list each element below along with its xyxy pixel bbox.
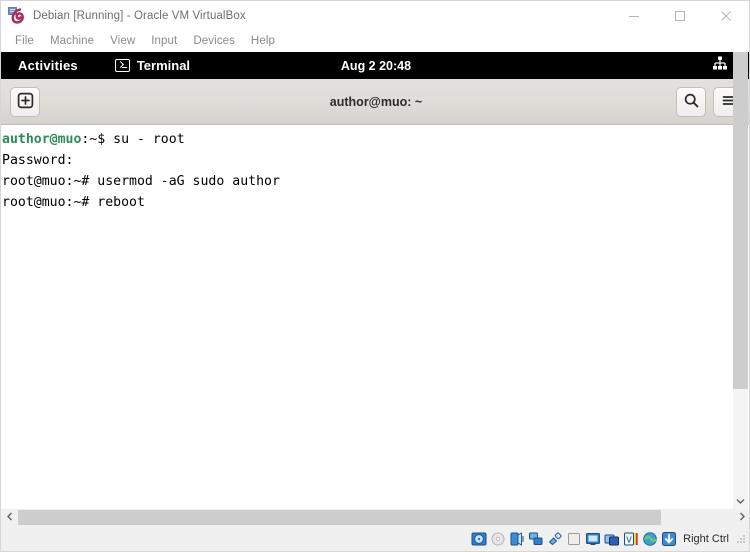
scroll-left-button[interactable] [1, 509, 18, 526]
gnome-top-panel: Activities Terminal Aug 2 20:48 [1, 52, 749, 79]
menu-item-machine[interactable]: Machine [44, 33, 104, 49]
scroll-down-button[interactable] [733, 494, 748, 510]
window-title: Debian [Running] - Oracle VM VirtualBox [33, 9, 246, 22]
status-bar: V Right Ctrl [1, 526, 749, 551]
chevron-left-icon [6, 512, 13, 524]
command-text: reboot [97, 195, 145, 210]
shared-clipboard-icon[interactable] [566, 531, 582, 547]
terminal-header-bar: author@muo: ~ [1, 79, 749, 125]
virtualbox-logo-icon [8, 7, 25, 24]
network-workgroup-icon [712, 56, 728, 76]
guest-screen: Activities Terminal Aug 2 20:48 author@m… [1, 52, 749, 528]
svg-text:V: V [626, 535, 632, 544]
prompt-rest: root@muo:~# [2, 195, 98, 210]
menu-item-devices[interactable]: Devices [187, 33, 245, 49]
menu-item-input[interactable]: Input [145, 33, 187, 49]
terminal-line: Password: [1, 150, 749, 171]
chevron-down-icon [736, 497, 745, 508]
command-text: Password: [2, 153, 74, 168]
status-indicators: V [471, 531, 677, 547]
plus-square-icon [17, 92, 34, 112]
prompt-rest: :~$ [81, 132, 114, 147]
activities-button[interactable]: Activities [18, 58, 78, 73]
command-text: su - root [113, 132, 185, 147]
menu-item-view[interactable]: View [104, 33, 145, 49]
menu-bar: File Machine View Input Devices Help [1, 30, 749, 52]
audio-icon[interactable] [509, 531, 525, 547]
minimize-button[interactable] [611, 1, 657, 30]
clock[interactable]: Aug 2 20:48 [1, 59, 749, 73]
horizontal-scrollbar-thumb[interactable] [18, 510, 661, 525]
menu-item-help[interactable]: Help [245, 33, 285, 49]
host-key-icon[interactable] [661, 531, 677, 547]
optical-disk-icon[interactable] [490, 531, 506, 547]
terminal-line: author@muo:~$ su - root [1, 129, 749, 150]
horizontal-scrollbar-track[interactable] [661, 509, 734, 526]
terminal-icon [114, 59, 130, 72]
window-title-bar: Debian [Running] - Oracle VM VirtualBox [1, 1, 749, 30]
terminal-output[interactable]: author@muo:~$ su - root Password: root@m… [1, 125, 749, 528]
terminal-line: root@muo:~# usermod -aG sudo author [1, 171, 749, 192]
video-capture-icon[interactable]: V [623, 531, 639, 547]
new-tab-button[interactable] [10, 86, 40, 117]
resize-grip-icon[interactable] [735, 533, 747, 545]
command-text: usermod -aG sudo author [97, 174, 280, 189]
terminal-line: root@muo:~# reboot [1, 192, 749, 213]
search-icon [683, 92, 700, 112]
virtualbox-window: Debian [Running] - Oracle VM VirtualBox … [0, 0, 750, 552]
host-key-label: Right Ctrl [683, 532, 729, 545]
mouse-integration-icon[interactable] [642, 531, 658, 547]
prompt-user: author@muo [2, 132, 82, 147]
usb-icon[interactable] [547, 531, 563, 547]
shared-folders-icon[interactable] [604, 531, 620, 547]
search-button[interactable] [676, 86, 706, 117]
horizontal-scrollbar[interactable] [1, 509, 749, 526]
display-icon[interactable] [585, 531, 601, 547]
window-controls [611, 1, 749, 30]
vertical-scrollbar[interactable] [733, 52, 748, 510]
network-icon[interactable] [528, 531, 544, 547]
maximize-button[interactable] [657, 1, 703, 30]
vertical-scrollbar-thumb[interactable] [733, 52, 748, 389]
app-menu-label: Terminal [136, 58, 191, 73]
app-menu-button[interactable]: Terminal [114, 58, 191, 73]
hard-disk-icon[interactable] [471, 531, 487, 547]
prompt-rest: root@muo:~# [2, 174, 98, 189]
chevron-right-icon [739, 512, 746, 524]
menu-item-file[interactable]: File [9, 33, 44, 49]
scroll-right-button[interactable] [734, 509, 749, 526]
terminal-title: author@muo: ~ [329, 94, 423, 109]
close-button[interactable] [703, 1, 749, 30]
